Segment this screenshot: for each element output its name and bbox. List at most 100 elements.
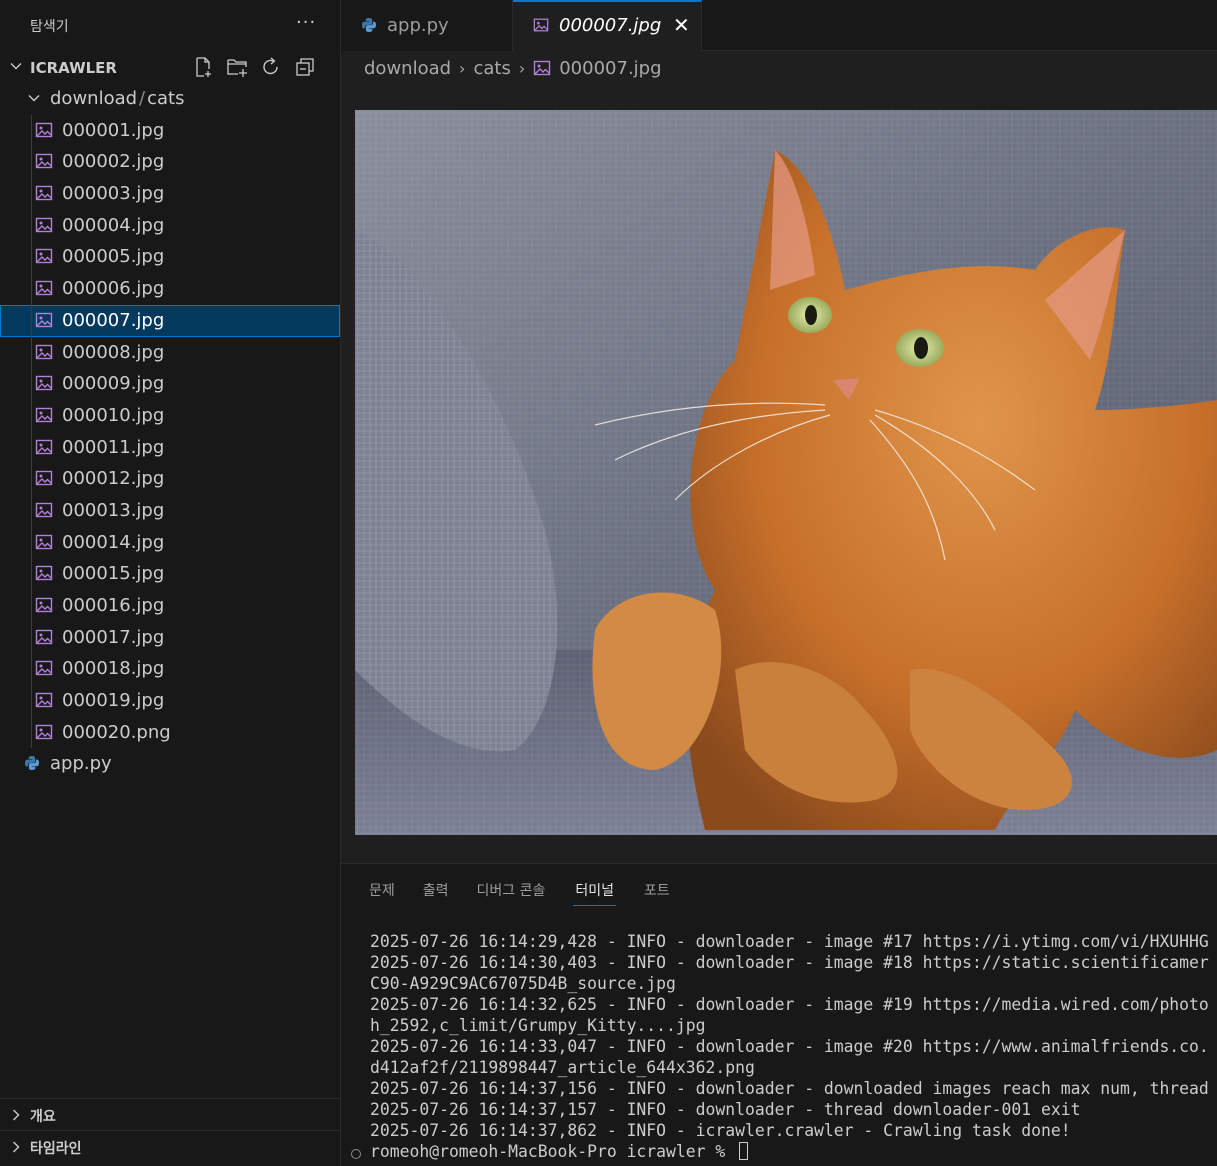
python-icon [25,756,39,771]
new-folder-icon[interactable] [226,56,248,78]
python-icon [362,18,376,32]
file-name: 000001.jpg [62,119,165,141]
new-file-icon[interactable] [192,56,214,78]
file-name: 000018.jpg [62,658,165,680]
folder-label: download / cats [50,88,185,109]
terminal-line: 2025-07-26 16:14:32,625 - INFO - downloa… [370,995,1209,1014]
tree-item-file[interactable]: 000014.jpg [0,526,340,559]
indent-guide [31,241,32,274]
tree-item-file[interactable]: 000009.jpg [0,368,340,400]
file-name: 000009.jpg [62,373,165,395]
tab-000007-jpg[interactable]: 000007.jpg ✕ [513,0,702,51]
tree-item-file[interactable]: 000016.jpg [0,590,340,622]
terminal-output[interactable]: 2025-07-26 16:14:29,428 - INFO - downloa… [370,931,1217,1162]
chevron-down-icon [10,63,22,70]
path-separator: / [139,88,146,109]
tree-item-file[interactable]: 000008.jpg [0,336,340,369]
image-icon [35,375,53,391]
file-name: 000012.jpg [62,468,165,490]
panel-tab[interactable]: 터미널 [573,880,617,906]
tree-item-file[interactable]: 000001.jpg [0,114,340,147]
file-name: 000019.jpg [62,690,165,712]
terminal-prompt[interactable]: romeoh@romeoh-MacBook-Pro icrawler % [370,1141,1217,1162]
tree-item-file[interactable]: 000006.jpg [0,273,340,305]
close-icon[interactable]: ✕ [673,15,690,35]
timeline-label: 타임라인 [30,1141,82,1157]
tab-app-py[interactable]: app.py [341,0,513,51]
terminal-line: 2025-07-26 16:14:30,403 - INFO - downloa… [370,953,1209,972]
indent-guide [31,368,32,400]
panel-tab[interactable]: 디버그 콘솔 [477,880,546,906]
tree-item-file[interactable]: 000003.jpg [0,178,340,210]
folder-download-cats[interactable]: download / cats [0,83,340,115]
tree-item-file[interactable]: 000012.jpg [0,463,340,495]
breadcrumb: download › cats › 000007.jpg [364,56,662,80]
indent-guide [31,304,32,337]
indent-guide [31,273,32,305]
tree-item-file[interactable]: 000015.jpg [0,558,340,590]
indent-guide [31,399,32,432]
file-name: 000017.jpg [62,626,165,648]
image-icon [35,185,53,201]
image-icon [35,502,53,518]
tree-item-file[interactable]: 000007.jpg [0,304,340,337]
image-icon [35,471,53,486]
indent-guide [31,463,32,495]
collapse-all-icon[interactable] [294,56,316,78]
tree-item-file[interactable]: 000018.jpg [0,653,340,686]
panel-tab[interactable]: 포트 [644,880,670,906]
file-name: 000014.jpg [62,531,165,553]
tree-item-file[interactable]: 000017.jpg [0,621,340,654]
bottom-panel: 문제 출력 디버그 콘솔 터미널 포트 2025-07-26 16:14:29,428 … [341,863,1217,1166]
file-name: 000005.jpg [62,246,165,268]
tree-item-file[interactable]: 000002.jpg [0,146,340,179]
terminal-line: 2025-07-26 16:14:37,156 - INFO - downloa… [370,1079,1209,1098]
tree-item-file[interactable]: 000004.jpg [0,209,340,242]
breadcrumb-item-download[interactable]: download [364,58,451,79]
more-actions-icon[interactable]: ··· [296,12,316,33]
cat-photo [355,110,1217,835]
tree-item-file[interactable]: 000020.png [0,716,340,749]
indent-guide [31,685,32,717]
tree-item-file[interactable]: 000010.jpg [0,399,340,432]
indent-guide [31,621,32,654]
tree-item-app-py[interactable]: app.py [0,748,340,780]
chevron-down-icon [28,95,40,102]
breadcrumb-item-cats[interactable]: cats [473,58,510,79]
explorer-sidebar: 탐색기 ··· ICRAWLER download / cats 000001.… [0,0,341,1166]
indent-guide [31,336,32,369]
refresh-icon[interactable] [260,56,282,78]
image-icon [35,661,53,676]
file-name: 000013.jpg [62,499,165,521]
tree-item-file[interactable]: 000005.jpg [0,241,340,274]
timeline-section[interactable]: 타임라인 [0,1130,340,1162]
image-icon [35,407,53,423]
image-icon [35,629,53,644]
indent-guide [31,526,32,559]
outline-section[interactable]: 개요 [0,1098,340,1130]
project-section-header[interactable]: ICRAWLER [0,52,340,84]
tree-item-file[interactable]: 000011.jpg [0,431,340,464]
indent-guide [31,494,32,527]
indent-guide [31,114,32,147]
tree-item-file[interactable]: 000013.jpg [0,494,340,527]
image-icon [534,60,551,76]
file-name: 000020.png [62,721,171,743]
panel-tabs: 문제 출력 디버그 콘솔 터미널 포트 [369,880,698,906]
indent-guide [31,590,32,622]
explorer-title: 탐색기 [30,19,69,35]
image-icon [35,280,53,296]
panel-tab[interactable]: 출력 [423,880,449,906]
breadcrumb-item-file[interactable]: 000007.jpg [559,58,661,79]
file-name: app.py [50,753,112,775]
terminal-line: C90-A929C9AC67075D4B_source.jpg [370,974,676,993]
image-icon [35,344,53,359]
file-name: 000003.jpg [62,183,165,205]
panel-tab[interactable]: 문제 [369,880,395,906]
tree-item-file[interactable]: 000019.jpg [0,685,340,717]
terminal-cursor [739,1142,749,1160]
tab-label: app.py [387,15,449,36]
image-icon [35,597,53,613]
image-icon [35,566,53,581]
image-icon [35,217,53,232]
